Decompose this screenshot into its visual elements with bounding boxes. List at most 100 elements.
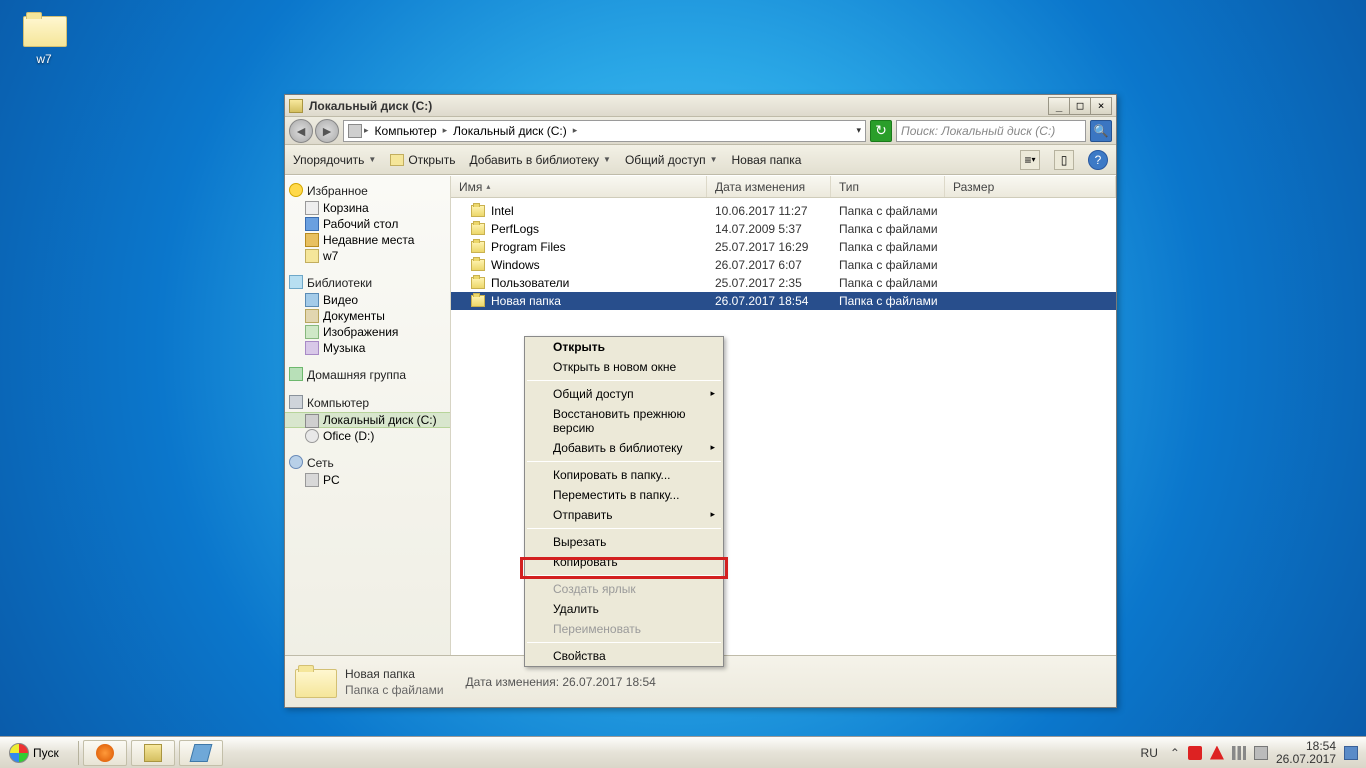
preview-pane-button[interactable]: ▯ [1054, 150, 1074, 170]
file-row[interactable]: Intel10.06.2017 11:27Папка с файлами [451, 202, 1116, 220]
tray-network-icon[interactable] [1232, 746, 1246, 760]
file-type: Папка с файлами [831, 276, 945, 290]
ctx-open-new-window[interactable]: Открыть в новом окне [525, 357, 723, 377]
taskbar-explorer[interactable] [131, 740, 175, 766]
ctx-move-to-folder[interactable]: Переместить в папку... [525, 485, 723, 505]
tb-new-folder[interactable]: Новая папка [731, 153, 801, 167]
file-row[interactable]: Пользователи25.07.2017 2:35Папка с файла… [451, 274, 1116, 292]
sidebar: Избранное Корзина Рабочий стол Недавние … [285, 176, 451, 655]
sidebar-homegroup[interactable]: Домашняя группа [285, 366, 450, 384]
library-icon [289, 275, 303, 289]
tray-action-center-icon[interactable] [1210, 746, 1224, 760]
taskbar: Пуск RU ⌃ 18:54 26.07.2017 [0, 736, 1366, 768]
column-name[interactable]: Имя▴ [451, 176, 707, 197]
desktop-shortcut-w7[interactable]: w7 [12, 12, 76, 66]
ctx-rename[interactable]: Переименовать [525, 619, 723, 639]
file-date: 26.07.2017 18:54 [707, 294, 831, 308]
documents-icon [305, 309, 319, 323]
sidebar-item-documents[interactable]: Документы [285, 308, 450, 324]
taskbar-app[interactable] [179, 740, 223, 766]
file-date: 10.06.2017 11:27 [707, 204, 831, 218]
tray-chevron-icon[interactable]: ⌃ [1170, 746, 1180, 760]
ctx-send-to[interactable]: Отправить▸ [525, 505, 723, 525]
file-row[interactable]: Новая папка26.07.2017 18:54Папка с файла… [451, 292, 1116, 310]
disk-icon [305, 414, 319, 428]
show-desktop-button[interactable] [1344, 746, 1358, 760]
clock-time: 18:54 [1276, 740, 1336, 753]
refresh-button[interactable]: ↻ [870, 120, 892, 142]
ctx-delete[interactable]: Удалить [525, 599, 723, 619]
minimize-button[interactable]: _ [1048, 97, 1070, 115]
taskbar-separator [78, 741, 79, 765]
sidebar-favorites[interactable]: Избранное [285, 182, 450, 200]
sidebar-item-recent[interactable]: Недавние места [285, 232, 450, 248]
sidebar-item-disk-d[interactable]: Ofice (D:) [285, 428, 450, 444]
ctx-copy-to-folder[interactable]: Копировать в папку... [525, 465, 723, 485]
column-date[interactable]: Дата изменения [707, 176, 831, 197]
sidebar-network[interactable]: Сеть [285, 454, 450, 472]
sidebar-item-desktop[interactable]: Рабочий стол [285, 216, 450, 232]
tray-flag-icon[interactable] [1188, 746, 1202, 760]
taskbar-firefox[interactable] [83, 740, 127, 766]
file-row[interactable]: Program Files25.07.2017 16:29Папка с фай… [451, 238, 1116, 256]
tb-share[interactable]: Общий доступ▼ [625, 153, 718, 167]
folder-icon [471, 241, 485, 253]
ctx-create-shortcut[interactable]: Создать ярлык [525, 579, 723, 599]
file-date: 25.07.2017 16:29 [707, 240, 831, 254]
file-row[interactable]: PerfLogs14.07.2009 5:37Папка с файлами [451, 220, 1116, 238]
sidebar-item-disk-c[interactable]: Локальный диск (C:) [285, 412, 450, 428]
tb-add-to-library[interactable]: Добавить в библиотеку▼ [469, 153, 610, 167]
file-name: PerfLogs [491, 222, 539, 236]
lang-indicator[interactable]: RU [1141, 746, 1158, 760]
help-button[interactable]: ? [1088, 150, 1108, 170]
close-button[interactable]: × [1090, 97, 1112, 115]
sidebar-item-images[interactable]: Изображения [285, 324, 450, 340]
disk-icon [348, 124, 362, 138]
ctx-properties[interactable]: Свойства [525, 646, 723, 666]
ctx-cut[interactable]: Вырезать [525, 532, 723, 552]
nav-back-button[interactable]: ◄ [289, 119, 313, 143]
maximize-button[interactable]: □ [1069, 97, 1091, 115]
search-input[interactable]: Поиск: Локальный диск (C:) [896, 120, 1086, 142]
details-name: Новая папка [345, 666, 444, 682]
file-name: Пользователи [491, 276, 569, 290]
breadcrumb-disk[interactable]: Локальный диск (C:) [449, 124, 571, 138]
nav-forward-button[interactable]: ► [315, 119, 339, 143]
window-title: Локальный диск (C:) [309, 99, 432, 113]
sidebar-item-pc[interactable]: PC [285, 472, 450, 488]
sidebar-item-w7[interactable]: w7 [285, 248, 450, 264]
taskbar-clock[interactable]: 18:54 26.07.2017 [1276, 740, 1336, 766]
file-name: Новая папка [491, 294, 561, 308]
breadcrumb[interactable]: ▸ Компьютер ▸ Локальный диск (C:) ▸ ▾ [343, 120, 866, 142]
search-placeholder: Поиск: Локальный диск (C:) [901, 124, 1055, 138]
folder-icon [305, 249, 319, 263]
breadcrumb-computer[interactable]: Компьютер [371, 124, 441, 138]
tb-open[interactable]: Открыть [390, 153, 455, 167]
ctx-share[interactable]: Общий доступ▸ [525, 384, 723, 404]
titlebar[interactable]: Локальный диск (C:) _ □ × [285, 95, 1116, 117]
ctx-restore-version[interactable]: Восстановить прежнюю версию [525, 404, 723, 438]
column-type[interactable]: Тип [831, 176, 945, 197]
context-menu: Открыть Открыть в новом окне Общий досту… [524, 336, 724, 667]
sidebar-computer[interactable]: Компьютер [285, 394, 450, 412]
homegroup-icon [289, 367, 303, 381]
app-icon [189, 744, 212, 762]
tray-volume-icon[interactable] [1254, 746, 1268, 760]
ctx-add-to-library[interactable]: Добавить в библиотеку▸ [525, 438, 723, 458]
folder-icon [471, 277, 485, 289]
ctx-copy[interactable]: Копировать [525, 552, 723, 572]
explorer-icon [144, 744, 162, 762]
ctx-open[interactable]: Открыть [525, 337, 723, 357]
sidebar-item-music[interactable]: Музыка [285, 340, 450, 356]
images-icon [305, 325, 319, 339]
column-size[interactable]: Размер [945, 176, 1116, 197]
start-label: Пуск [33, 746, 59, 760]
start-button[interactable]: Пуск [4, 739, 70, 767]
file-row[interactable]: Windows26.07.2017 6:07Папка с файлами [451, 256, 1116, 274]
view-options-button[interactable]: ≡▾ [1020, 150, 1040, 170]
sidebar-libraries[interactable]: Библиотеки [285, 274, 450, 292]
tb-arrange[interactable]: Упорядочить▼ [293, 153, 376, 167]
sidebar-item-recycle[interactable]: Корзина [285, 200, 450, 216]
sidebar-item-video[interactable]: Видео [285, 292, 450, 308]
search-button[interactable]: 🔍 [1090, 120, 1112, 142]
